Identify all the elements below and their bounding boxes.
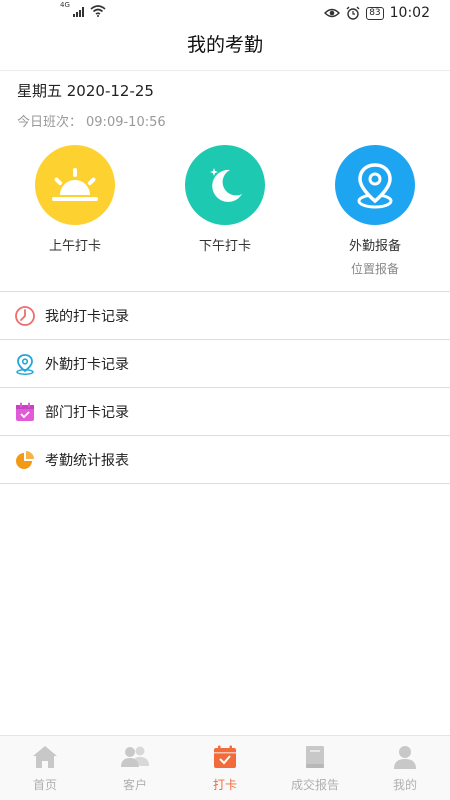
my-checkin-records-label: 我的打卡记录 [45,308,129,325]
moon-icon [185,145,265,225]
field-report-label: 外勤报备 [348,239,401,254]
morning-checkin-label: 上午打卡 [48,239,101,254]
page-title: 我的考勤 [186,34,263,56]
report-book-icon [301,743,329,771]
attendance-report-label: 考勤统计报表 [45,452,129,469]
alarm-icon [346,6,360,20]
morning-checkin-button[interactable]: 上午打卡 [0,145,150,254]
field-checkin-records-item[interactable]: 外勤打卡记录 [0,340,450,388]
department-checkin-records-item[interactable]: 部门打卡记录 [0,388,450,436]
signal-icon [72,7,84,17]
wifi-icon [90,5,106,17]
checkin-icon [211,743,239,771]
tab-deal-report-label: 成交报告 [290,778,339,792]
record-menu: 我的打卡记录 外勤打卡记录 部门打卡记录 考勤统计报表 [0,291,450,484]
shift-value: 09:09-10:56 [86,115,166,130]
tab-profile-label: 我的 [392,778,417,792]
status-right: 83 10:02 [324,5,430,21]
tab-home[interactable]: 首页 [0,736,90,800]
profile-icon [391,743,419,771]
shift-label: 今日班次： [17,115,83,130]
checkin-actions: 上午打卡 下午打卡 外勤报备 位置报备 [0,145,450,285]
attendance-report-item[interactable]: 考勤统计报表 [0,436,450,484]
status-bar: 4G 83 10:02 [0,0,450,28]
tab-customers[interactable]: 客户 [90,736,180,800]
location-pin-icon [335,145,415,225]
status-left: 4G [60,1,106,17]
date-text: 星期五 2020-12-25 [17,82,154,100]
battery-indicator: 83 [366,6,384,20]
tab-checkin[interactable]: 打卡 [180,736,270,800]
field-checkin-records-label: 外勤打卡记录 [45,356,129,373]
tab-profile[interactable]: 我的 [360,736,450,800]
home-icon [31,743,59,771]
clock-icon [14,305,36,327]
calendar-icon [14,401,36,423]
field-report-sublabel: 位置报备 [350,262,399,276]
tab-deal-report[interactable]: 成交报告 [270,736,360,800]
page-header: 我的考勤 [0,28,450,71]
tab-checkin-label: 打卡 [212,778,237,792]
pie-chart-icon [14,449,36,471]
afternoon-checkin-label: 下午打卡 [198,239,251,254]
my-checkin-records-item[interactable]: 我的打卡记录 [0,292,450,340]
shift-info: 今日班次： 09:09-10:56 [17,111,166,130]
tab-customers-label: 客户 [122,778,147,792]
clock-time: 10:02 [389,5,430,21]
customers-icon [121,743,149,771]
afternoon-checkin-button[interactable]: 下午打卡 [150,145,300,254]
location-icon [14,353,36,375]
bottom-tab-bar: 首页 客户 打卡 成交报告 我的 [0,735,450,800]
eye-icon [324,8,341,18]
sunrise-icon [35,145,115,225]
network-type: 4G [60,1,70,9]
tab-home-label: 首页 [32,778,57,792]
department-checkin-records-label: 部门打卡记录 [45,404,129,421]
field-report-button[interactable]: 外勤报备 位置报备 [300,145,450,277]
